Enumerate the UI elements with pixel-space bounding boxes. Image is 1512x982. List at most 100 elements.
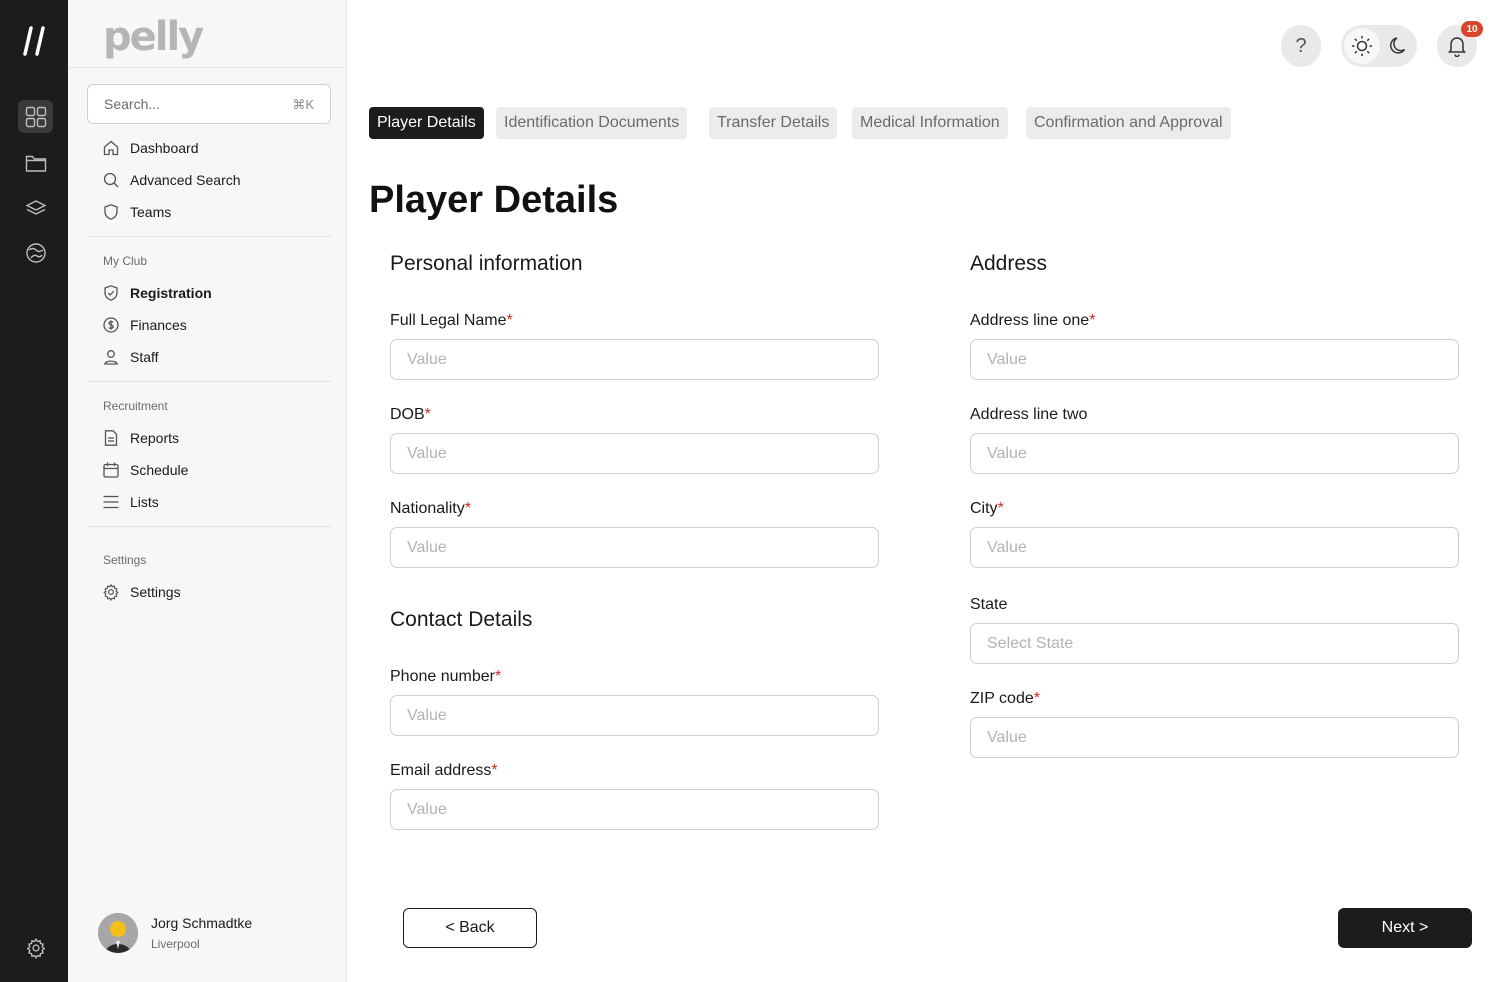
sidebar-item-label: Staff (130, 349, 159, 365)
avatar-image (98, 913, 138, 953)
document-icon (104, 430, 118, 446)
sidebar-item-reports[interactable]: Reports (102, 426, 179, 450)
dob-field[interactable] (390, 433, 879, 474)
required-marker: * (1033, 690, 1040, 707)
layers-icon (24, 199, 47, 215)
dark-mode-option[interactable] (1382, 28, 1416, 64)
sidebar-item-advanced-search[interactable]: Advanced Search (102, 168, 241, 192)
nav-divider (87, 236, 331, 237)
tab-confirmation-and-approval[interactable]: Confirmation and Approval (1026, 107, 1231, 139)
sidebar-item-label: Advanced Search (130, 172, 241, 188)
address-line-two-field[interactable] (970, 433, 1459, 474)
sidebar-item-label: Schedule (130, 462, 189, 478)
gear-icon (26, 937, 45, 959)
section-title-settings: Settings (103, 553, 147, 567)
sidebar: pelly Search... ⌘K Dashboard Advanced Se… (68, 0, 347, 982)
sidebar-item-settings[interactable]: Settings (102, 580, 181, 604)
search-placeholder: Search... (104, 96, 161, 112)
folder-icon (25, 155, 46, 172)
rail-globe-button[interactable] (18, 236, 53, 269)
app-logo-icon[interactable] (22, 24, 48, 58)
user-profile[interactable]: Jorg Schmadtke Liverpool (98, 912, 328, 956)
required-marker: * (464, 500, 471, 517)
nav-divider (87, 381, 331, 382)
city-label: City* (970, 500, 1004, 517)
required-marker: * (997, 500, 1004, 517)
help-button[interactable]: ? (1281, 25, 1321, 67)
nationality-field[interactable] (390, 527, 879, 568)
bell-icon (1448, 37, 1466, 57)
home-icon (103, 140, 119, 156)
sidebar-item-label: Lists (130, 494, 159, 510)
tab-transfer-details[interactable]: Transfer Details (709, 107, 838, 139)
sidebar-item-staff[interactable]: Staff (102, 345, 159, 369)
section-title-recruitment: Recruitment (103, 399, 168, 413)
dollar-icon (103, 317, 119, 333)
help-label: ? (1295, 34, 1307, 57)
required-marker: * (424, 406, 431, 423)
user-icon (104, 350, 118, 365)
tab-player-details[interactable]: Player Details (369, 107, 484, 139)
email-label: Email address* (390, 762, 498, 779)
theme-toggle[interactable] (1341, 25, 1417, 67)
address-line-one-label: Address line one* (970, 312, 1096, 329)
brand-divider (68, 67, 346, 68)
zip-field[interactable] (970, 717, 1459, 758)
sidebar-item-label: Teams (130, 204, 172, 220)
zip-label: ZIP code* (970, 690, 1040, 707)
avatar[interactable] (98, 913, 138, 953)
rail-dashboard-button[interactable] (18, 100, 53, 133)
city-field[interactable] (970, 527, 1459, 568)
next-button[interactable]: Next > (1338, 908, 1472, 948)
dob-label: DOB* (390, 406, 431, 423)
address-line-one-field[interactable] (970, 339, 1459, 380)
sidebar-item-label: Settings (130, 584, 181, 600)
tab-identification-documents[interactable]: Identification Documents (496, 107, 688, 139)
sidebar-item-schedule[interactable]: Schedule (102, 458, 188, 482)
gear-icon (103, 583, 119, 601)
sidebar-item-registration[interactable]: Registration (102, 281, 212, 305)
rail-settings-button[interactable] (18, 931, 53, 964)
moon-icon (1389, 37, 1406, 54)
search-shortcut: ⌘K (292, 97, 314, 112)
rail-layers-button[interactable] (18, 191, 53, 224)
address-line-two-label: Address line two (970, 406, 1088, 423)
page-title: Player Details (369, 179, 619, 221)
full-name-field[interactable] (390, 339, 879, 380)
sidebar-item-label: Dashboard (130, 140, 199, 156)
search-icon (103, 172, 119, 188)
contact-details-title: Contact Details (390, 608, 533, 631)
back-button[interactable]: < Back (403, 908, 537, 948)
required-marker: * (1089, 312, 1096, 329)
required-marker: * (506, 312, 513, 329)
search-input[interactable]: Search... ⌘K (87, 84, 331, 124)
shield-icon (104, 204, 118, 220)
section-title-my-club: My Club (103, 254, 148, 268)
light-mode-option[interactable] (1344, 28, 1380, 64)
phone-field[interactable] (390, 695, 879, 736)
sidebar-item-dashboard[interactable]: Dashboard (102, 136, 199, 160)
address-title: Address (970, 252, 1048, 275)
rail-folder-button[interactable] (18, 146, 53, 179)
shield-check-icon (104, 285, 118, 301)
email-field[interactable] (390, 789, 879, 830)
tab-medical-information[interactable]: Medical Information (852, 107, 1008, 139)
sidebar-item-teams[interactable]: Teams (102, 200, 171, 224)
user-name: Jorg Schmadtke (151, 915, 253, 931)
sidebar-item-lists[interactable]: Lists (102, 490, 159, 514)
required-marker: * (491, 762, 498, 779)
icon-rail (0, 0, 68, 982)
globe-icon (25, 242, 46, 263)
notification-badge: 10 (1461, 21, 1483, 37)
state-label: State (970, 596, 1008, 613)
brand-logo[interactable]: pelly (103, 14, 204, 60)
state-select[interactable] (970, 623, 1459, 664)
user-club: Liverpool (151, 937, 200, 951)
sidebar-item-label: Registration (130, 285, 212, 301)
sidebar-item-finances[interactable]: Finances (102, 313, 187, 337)
phone-label: Phone number* (390, 668, 502, 685)
grid-icon (25, 106, 46, 127)
nationality-label: Nationality* (390, 500, 471, 517)
sidebar-item-label: Finances (130, 317, 187, 333)
calendar-icon (103, 462, 119, 478)
